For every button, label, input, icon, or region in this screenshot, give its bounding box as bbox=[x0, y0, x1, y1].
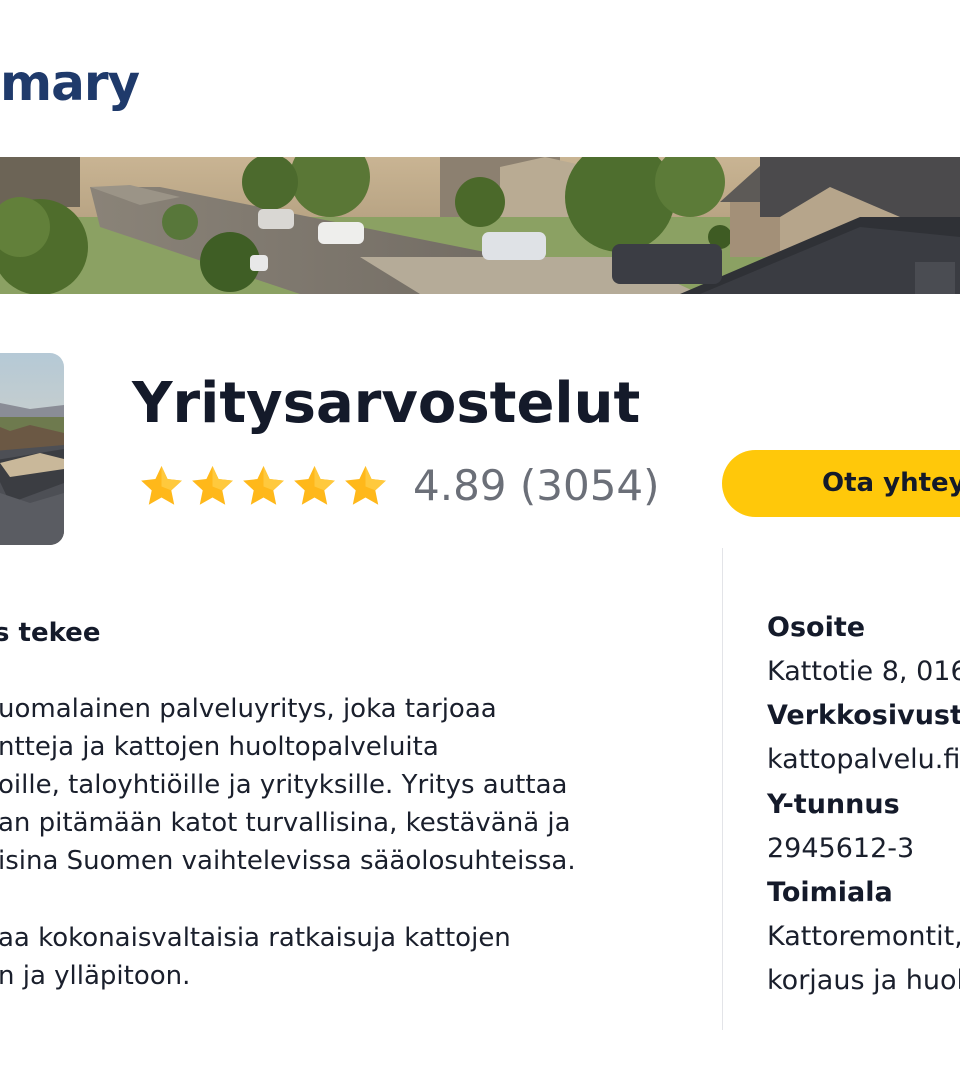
hero-banner-image bbox=[0, 157, 960, 294]
star-rating bbox=[138, 463, 389, 510]
site-logo[interactable]: mary bbox=[0, 58, 140, 108]
star-icon bbox=[243, 465, 284, 505]
about-line: n ja ylläpitoon. bbox=[0, 961, 191, 991]
address-label: Osoite bbox=[767, 612, 866, 643]
star-icon bbox=[294, 465, 335, 505]
column-divider bbox=[722, 548, 723, 1030]
business-id-label: Y-tunnus bbox=[767, 789, 900, 820]
contact-button[interactable]: Ota yhtey bbox=[722, 450, 960, 517]
company-title: Yritysarvostelut bbox=[132, 371, 641, 436]
rating-score: 4.89 (3054) bbox=[413, 461, 660, 510]
about-line: isina Suomen vaihtelevissa sääolosuhteis… bbox=[0, 846, 576, 876]
about-line: an pitämään katot turvallisina, kestävän… bbox=[0, 808, 571, 838]
page: mary Yritysarvostelut 4.89 (3054) Ota yh… bbox=[0, 0, 960, 1080]
rating-row: 4.89 (3054) bbox=[138, 460, 660, 512]
about-line: aa kokonaisvaltaisia ratkaisuja kattojen bbox=[0, 923, 511, 953]
star-icon bbox=[345, 465, 386, 505]
business-id-value: 2945612-3 bbox=[767, 833, 915, 864]
about-line: uomalainen palveluyritys, joka tarjoaa bbox=[0, 694, 497, 724]
website-link[interactable]: kattopalvelu.fi bbox=[767, 744, 960, 775]
website-label: Verkkosivusto bbox=[767, 700, 960, 731]
industry-value: Kattoremontit, bbox=[767, 921, 960, 952]
about-line: ntteja ja kattojen huoltopalveluita bbox=[0, 732, 439, 762]
company-thumbnail-image bbox=[0, 353, 64, 545]
about-heading: s tekee bbox=[0, 618, 101, 648]
industry-label: Toimiala bbox=[767, 877, 893, 908]
address-value: Kattotie 8, 016 bbox=[767, 656, 960, 687]
industry-value: korjaus ja huol bbox=[767, 965, 960, 996]
about-line: oille, taloyhtiöille ja yrityksille. Yri… bbox=[0, 770, 568, 800]
star-icon bbox=[141, 465, 182, 505]
star-icon bbox=[192, 465, 233, 505]
